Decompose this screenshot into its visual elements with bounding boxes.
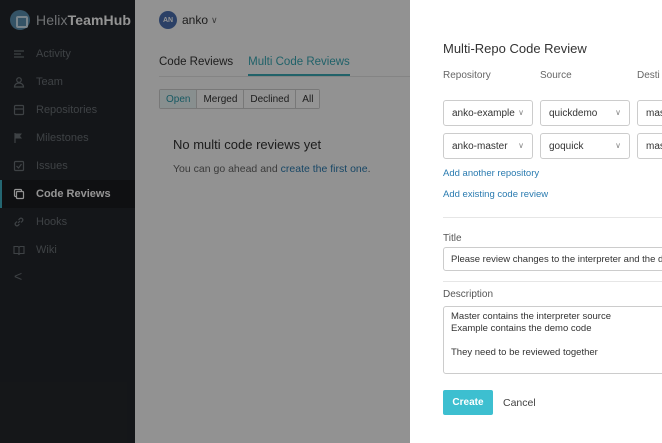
cancel-button[interactable]: Cancel <box>503 390 536 415</box>
description-line <box>451 335 660 347</box>
source-select[interactable]: goquick ∨ <box>540 133 630 159</box>
section-divider <box>443 281 662 282</box>
description-label: Description <box>443 289 494 300</box>
chevron-down-icon: ∨ <box>518 108 524 117</box>
create-button[interactable]: Create <box>443 390 493 415</box>
destination-select-value: mas <box>646 107 662 119</box>
source-select-value: goquick <box>549 140 584 152</box>
add-another-repository-link[interactable]: Add another repository <box>443 168 539 179</box>
chevron-down-icon: ∨ <box>518 141 524 150</box>
source-select[interactable]: quickdemo ∨ <box>540 100 630 126</box>
add-existing-review-link[interactable]: Add existing code review <box>443 189 548 200</box>
repository-select[interactable]: anko-example ∨ <box>443 100 533 126</box>
description-line: Example contains the demo code <box>451 323 592 334</box>
destination-select[interactable]: mas <box>637 100 662 126</box>
title-label: Title <box>443 233 462 244</box>
multi-repo-review-panel: Multi-Repo Code Review Repository Source… <box>410 0 662 443</box>
description-line: Master contains the interpreter source <box>451 311 611 322</box>
chevron-down-icon: ∨ <box>615 141 621 150</box>
description-line: They need to be reviewed together <box>451 347 598 358</box>
title-input[interactable]: Please review changes to the interpreter… <box>443 247 662 271</box>
repository-select[interactable]: anko-master ∨ <box>443 133 533 159</box>
source-column-label: Source <box>540 70 572 81</box>
repository-select-value: anko-example <box>452 107 515 119</box>
source-select-value: quickdemo <box>549 107 598 119</box>
panel-title: Multi-Repo Code Review <box>443 41 587 56</box>
modal-backdrop[interactable] <box>0 0 410 443</box>
section-divider <box>443 217 662 218</box>
destination-select-value: mas <box>646 140 662 152</box>
destination-column-label: Desti <box>637 70 660 81</box>
repository-select-value: anko-master <box>452 140 508 152</box>
repository-column-label: Repository <box>443 70 491 81</box>
chevron-down-icon: ∨ <box>615 108 621 117</box>
destination-select[interactable]: mas <box>637 133 662 159</box>
description-textarea[interactable]: Master contains the interpreter source E… <box>443 306 662 374</box>
